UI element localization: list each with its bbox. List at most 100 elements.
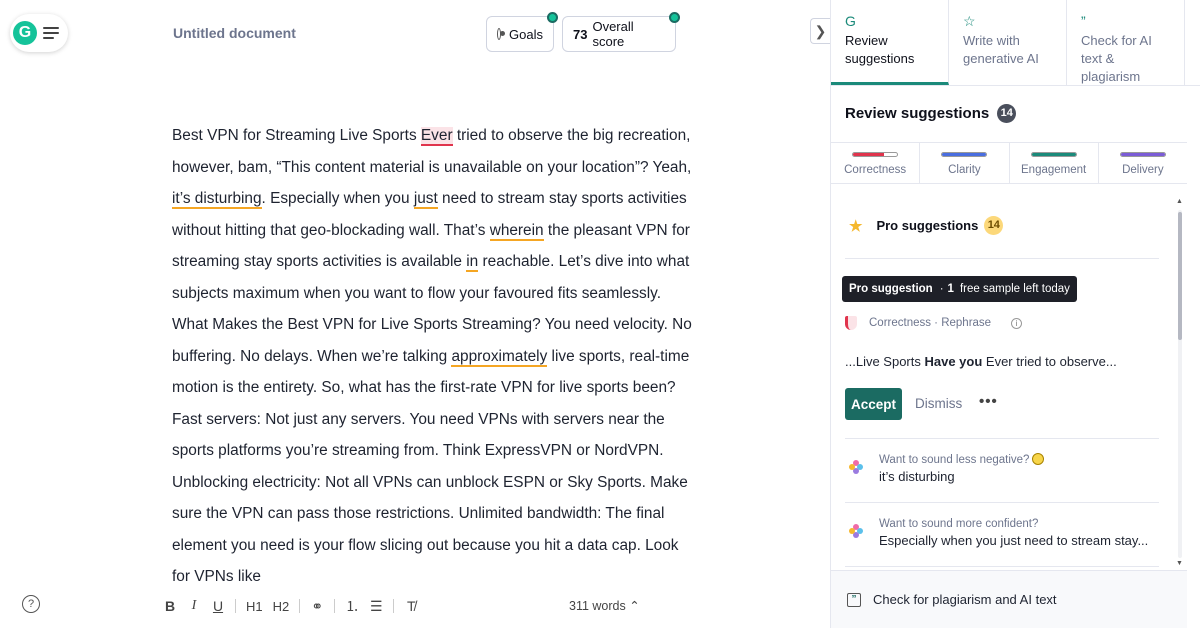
quote-icon: ” <box>1081 13 1086 29</box>
category-score-bar <box>1030 152 1077 157</box>
toolbar-divider <box>334 599 336 613</box>
plagiarism-check-button[interactable]: ” Check for plagiarism and AI text <box>831 570 1187 628</box>
score-value: 73 <box>573 26 588 42</box>
divider <box>845 258 1159 259</box>
format-toolbar: B I U H1 H2 ⚭ ⒈ ☰ T̸ <box>163 594 418 618</box>
category-label: Engagement <box>1021 164 1087 176</box>
document-editor[interactable]: Best VPN for Streaming Live Sports Ever … <box>172 120 692 582</box>
overall-score-button[interactable]: 73 Overall score <box>562 12 680 52</box>
goals-label: Goals <box>509 26 543 42</box>
divider <box>845 438 1159 439</box>
suggestions-list: ★ Pro suggestions 14 Pro suggestion · 1 … <box>831 196 1187 568</box>
tooltip-text: free sample left today <box>959 283 1070 295</box>
grammarly-logo-button[interactable]: G <box>10 14 68 52</box>
scrollbar-thumb[interactable] <box>1178 212 1182 340</box>
suggestion-category: Correctness · Rephrase i <box>845 316 1023 330</box>
more-options-button[interactable]: ••• <box>979 393 998 410</box>
review-title: Review suggestions <box>845 105 990 122</box>
flagged-text[interactable]: just <box>413 190 438 209</box>
goals-button[interactable]: Goals <box>486 12 558 52</box>
star-icon: ★ <box>849 217 863 235</box>
divider <box>845 566 1159 567</box>
suggestion-snippet: ...Live Sports Have you Ever tried to ob… <box>845 354 1117 369</box>
flagged-text[interactable]: it’s disturbing <box>172 190 262 209</box>
suggestion-question-text: Want to sound less negative? <box>879 454 1030 466</box>
pro-suggestions-header[interactable]: ★ Pro suggestions 14 <box>849 216 1004 235</box>
tone-icon <box>849 524 863 538</box>
flagged-text[interactable]: in <box>466 253 479 272</box>
flagged-text[interactable]: Ever <box>420 127 453 146</box>
suggestion-card[interactable]: Want to sound less negative? it’s disturb… <box>849 452 1159 486</box>
tab-generative-ai[interactable]: ☆ Write with generative AI <box>949 0 1067 85</box>
heading1-button[interactable]: H1 <box>246 599 263 614</box>
category-label: Clarity <box>948 164 981 176</box>
snippet-prefix: ...Live Sports <box>845 354 925 369</box>
pro-suggestion-tooltip: Pro suggestion · 1 free sample left toda… <box>842 276 1077 302</box>
flagged-text[interactable]: wherein <box>489 221 544 241</box>
toolbar-divider <box>235 599 236 613</box>
document-text: . Especially when you <box>261 190 414 207</box>
accept-button[interactable]: Accept <box>845 388 902 420</box>
word-count-button[interactable]: 311 words ⌃ <box>569 598 640 613</box>
notification-dot <box>669 12 680 23</box>
grammarly-logo-icon: G <box>13 21 37 45</box>
bold-button[interactable]: B <box>163 598 177 614</box>
collapse-panel-button[interactable]: ❯ <box>810 18 830 44</box>
category-delivery[interactable]: Delivery <box>1099 143 1187 183</box>
tab-label: Check for AI text & plagiarism <box>1081 33 1152 84</box>
chevron-right-icon: ❯ <box>814 22 827 39</box>
grammarly-icon: G <box>845 13 856 29</box>
lightbulb-icon: ☆ <box>963 13 976 29</box>
link-button[interactable]: ⚭ <box>310 598 324 615</box>
category-score-bar <box>852 152 899 157</box>
clear-format-button[interactable]: T̸ <box>404 598 418 614</box>
scroll-up-icon[interactable]: ▲ <box>1176 198 1183 205</box>
heading2-button[interactable]: H2 <box>273 599 290 614</box>
category-label: Delivery <box>1122 164 1164 176</box>
tab-label: Review suggestions <box>845 33 915 66</box>
category-label: Correctness <box>844 164 907 176</box>
category-score-bar <box>1119 152 1166 157</box>
notification-dot <box>547 12 558 23</box>
category-score-bar <box>941 152 988 157</box>
pro-count-badge: 14 <box>984 216 1004 235</box>
info-icon[interactable]: i <box>1011 317 1023 329</box>
underline-button[interactable]: U <box>211 598 225 614</box>
pro-suggestions-label: Pro suggestions <box>876 218 979 233</box>
score-label: Overall score <box>592 19 634 49</box>
snippet-replacement: Have you <box>924 354 983 369</box>
category-engagement[interactable]: Engagement <box>1010 143 1099 183</box>
ordered-list-button[interactable]: ⒈ <box>345 596 359 616</box>
emoji-icon <box>1032 453 1045 465</box>
review-suggestions-header: Review suggestions 14 <box>845 104 1017 123</box>
italic-button[interactable]: I <box>187 598 201 614</box>
tab-label: Write with generative AI <box>963 33 1039 66</box>
help-icon[interactable]: ? <box>22 595 40 613</box>
tooltip-count: 1 <box>947 283 954 295</box>
snippet-suffix: Ever tried to observe... <box>982 354 1117 369</box>
tab-review-suggestions[interactable]: G Review suggestions <box>831 0 949 85</box>
suggestion-text: it’s disturbing <box>879 469 955 484</box>
category-clarity[interactable]: Clarity <box>920 143 1010 183</box>
panel-tabs: G Review suggestions ☆ Write with generativ… <box>831 0 1200 86</box>
suggestion-card[interactable]: Want to sound more confident? Especially … <box>849 516 1159 550</box>
document-title[interactable]: Untitled document <box>173 25 296 41</box>
tooltip-title: Pro suggestion <box>849 283 933 295</box>
category-correctness[interactable]: Correctness <box>831 143 921 183</box>
flagged-text[interactable]: approximately <box>451 347 548 367</box>
tooltip-separator: · <box>939 283 944 295</box>
suggestion-category-label: Correctness · Rephrase <box>869 317 992 329</box>
scroll-down-icon[interactable]: ▼ <box>1176 560 1183 567</box>
suggestion-question: Want to sound less negative? <box>879 452 1045 468</box>
tab-ai-plagiarism[interactable]: ” Check for AI text & plagiarism <box>1067 0 1185 85</box>
dismiss-button[interactable]: Dismiss <box>915 396 962 411</box>
assistant-panel: G Review suggestions ☆ Write with generativ… <box>830 0 1200 628</box>
tone-icon <box>849 460 863 474</box>
document-text: live sports, real-time motion is the ent… <box>172 347 690 583</box>
review-count-badge: 14 <box>997 104 1017 123</box>
bullet-list-button[interactable]: ☰ <box>369 598 383 615</box>
suggestion-text: Especially when you just need to stream … <box>879 533 1149 548</box>
quote-icon: ” <box>847 592 861 607</box>
suggestions-scrollbar[interactable]: ▲ ▼ <box>1174 198 1186 570</box>
divider <box>845 502 1159 503</box>
